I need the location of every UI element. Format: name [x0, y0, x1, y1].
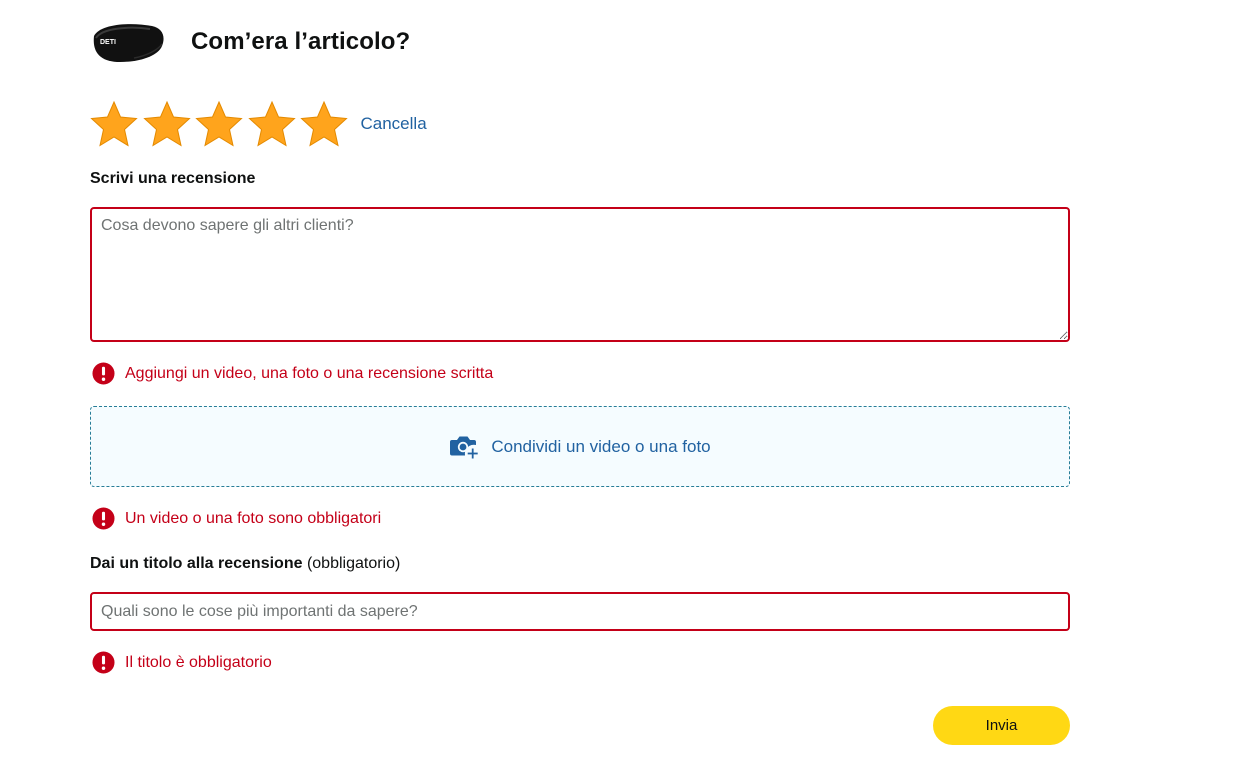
- page-title: Com’era l’articolo?: [191, 28, 411, 55]
- media-upload-button[interactable]: Condividi un video o una foto: [90, 406, 1070, 487]
- star-2-icon[interactable]: [142, 100, 191, 148]
- error-icon: [92, 651, 115, 674]
- sleep-mask-image: DETI: [93, 24, 164, 62]
- title-error-text: Il titolo è obbligatorio: [125, 653, 272, 671]
- title-label-suffix: (obbligatorio): [306, 555, 401, 572]
- camera-plus-icon: [450, 436, 479, 458]
- media-error: Un video o una foto sono obbligatori: [92, 507, 381, 530]
- submit-button[interactable]: Invia: [933, 706, 1070, 745]
- review-page: DETI Com’era l’articolo? Cancella Scrivi…: [0, 0, 1249, 774]
- product-thumbnail: DETI: [90, 18, 166, 66]
- title-label-text: Dai un titolo alla recensione: [90, 555, 303, 572]
- clear-rating-link[interactable]: Cancella: [361, 114, 427, 134]
- media-error-text: Un video o una foto sono obbligatori: [125, 509, 382, 527]
- brand-mark: DETI: [100, 39, 116, 46]
- review-textarea[interactable]: [90, 207, 1070, 342]
- star-1-icon[interactable]: [90, 100, 138, 148]
- header: DETI Com’era l’articolo?: [90, 18, 410, 66]
- star-4-icon[interactable]: [247, 100, 296, 148]
- review-label: Scrivi una recensione: [90, 170, 256, 187]
- error-icon: [92, 507, 115, 530]
- title-label: Dai un titolo alla recensione (obbligato…: [90, 555, 400, 573]
- star-3-icon[interactable]: [195, 100, 243, 148]
- media-upload-label: Condividi un video o una foto: [491, 436, 711, 456]
- review-error-text: Aggiungi un video, una foto o una recens…: [125, 364, 494, 382]
- title-error: Il titolo è obbligatorio: [92, 651, 272, 674]
- review-title-input[interactable]: [90, 592, 1070, 631]
- star-5-icon[interactable]: [300, 100, 348, 148]
- star-rating: Cancella: [90, 100, 427, 148]
- review-error: Aggiungi un video, una foto o una recens…: [92, 362, 493, 385]
- error-icon: [92, 362, 115, 385]
